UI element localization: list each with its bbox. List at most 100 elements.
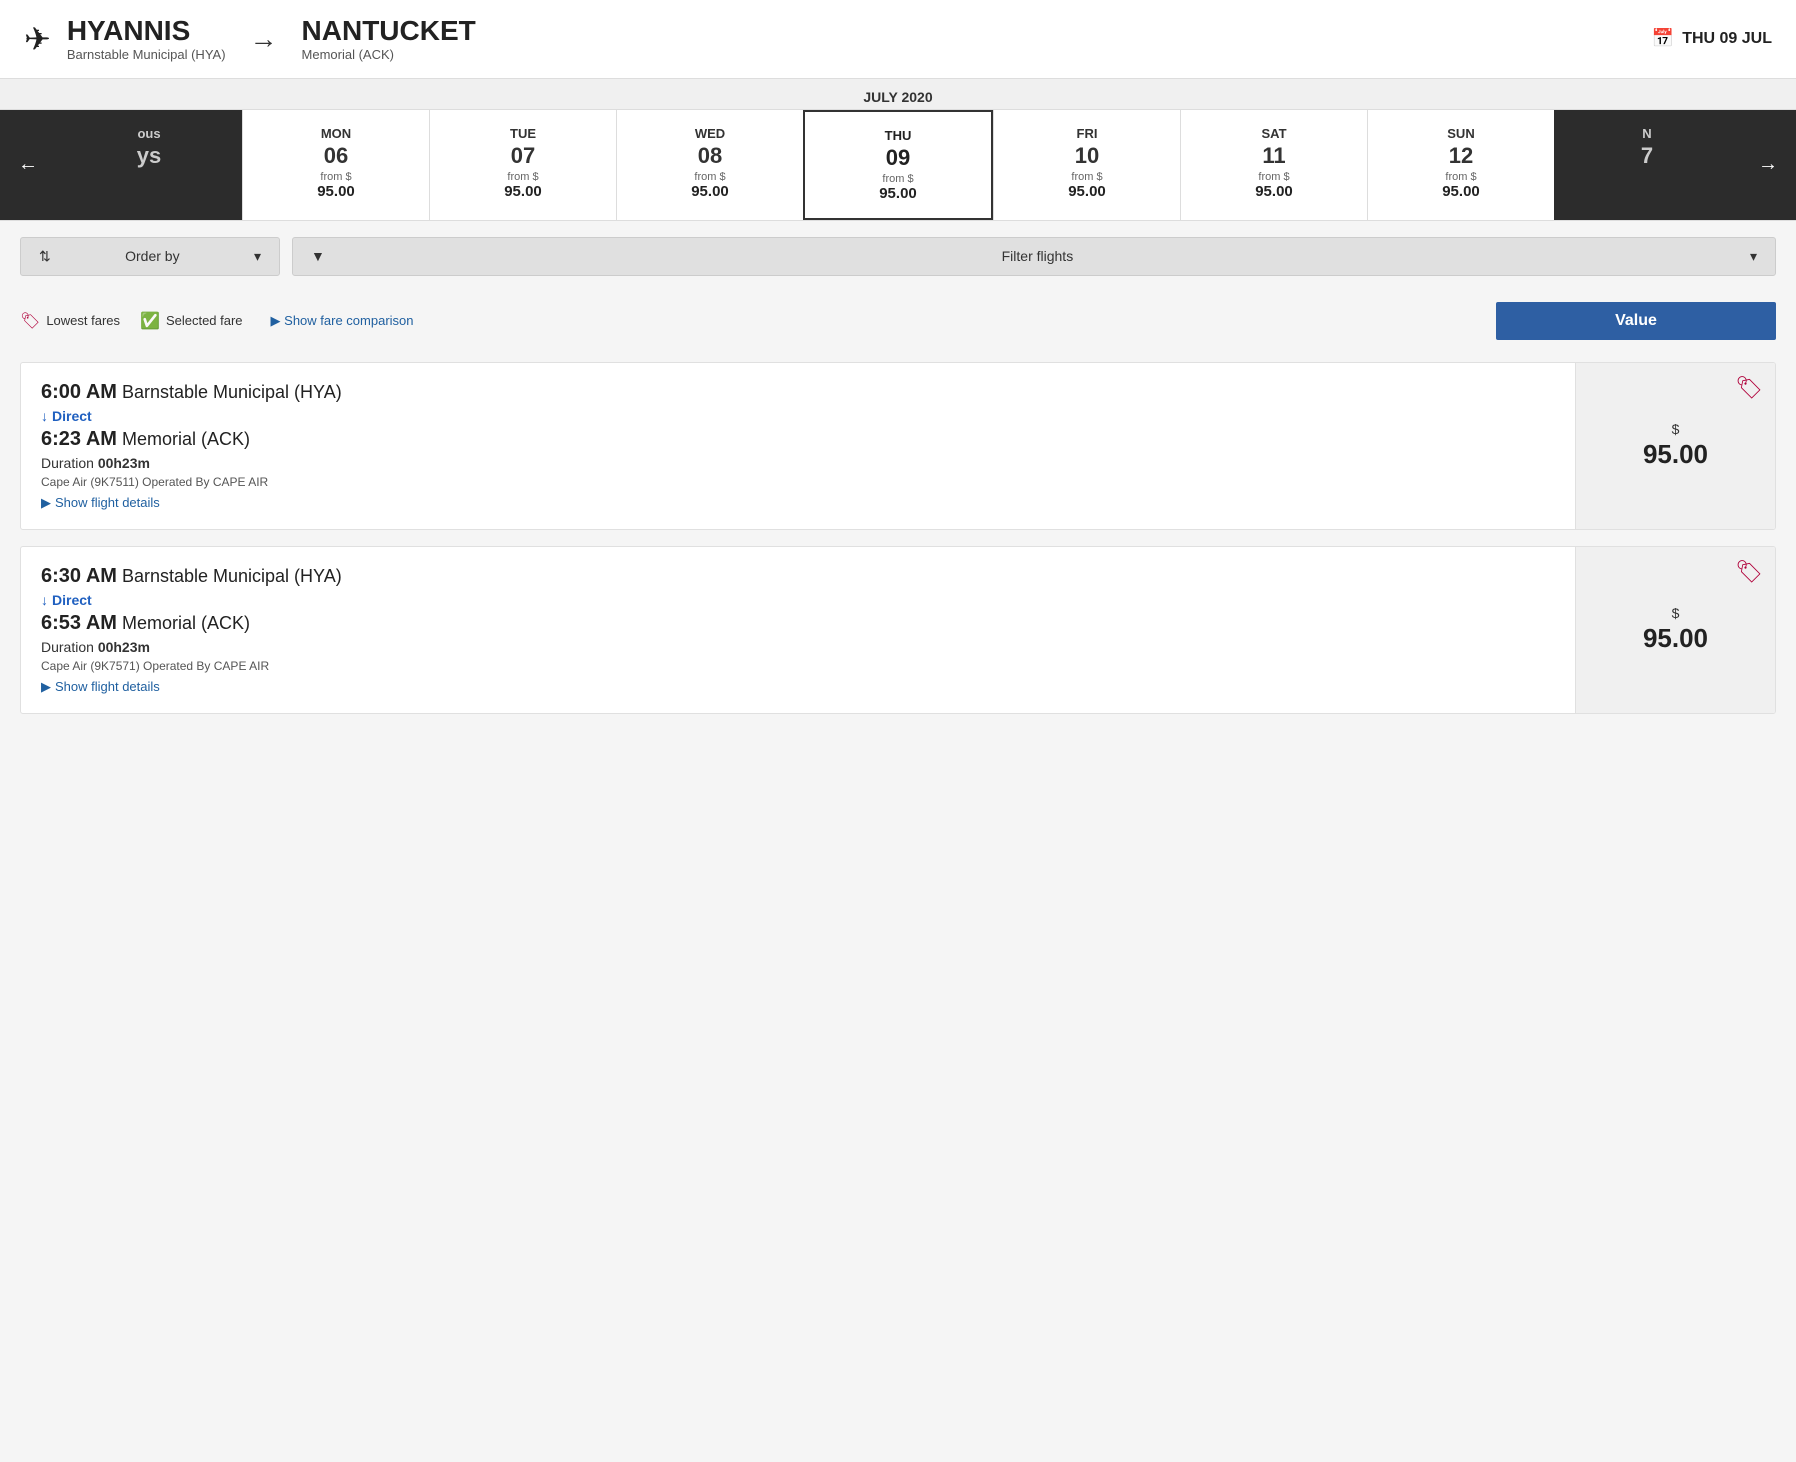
tue07-day: TUE — [438, 126, 608, 141]
selected-fare-check-icon: ✅ — [140, 311, 160, 331]
plane-icon: ✈ — [24, 20, 51, 58]
flights-list: 6:00 AM Barnstable Municipal (HYA) ↓ Dir… — [0, 350, 1796, 726]
flight-1-down-arrow-icon: ↓ — [41, 408, 48, 424]
page-header: ✈ HYANNIS Barnstable Municipal (HYA) → N… — [0, 0, 1796, 79]
flight-2-arrive-airport: Memorial (ACK) — [122, 613, 250, 633]
flight-2-price-dollar: $ — [1672, 605, 1680, 621]
flight-1-direct-label: Direct — [52, 408, 92, 424]
date-carousel-section: JULY 2020 ← ous ys MON 06 from $ 95.00 T… — [0, 79, 1796, 221]
sun12-price: 95.00 — [1376, 183, 1546, 200]
fri10-num: 10 — [1002, 143, 1172, 169]
thu09-num: 09 — [813, 145, 983, 171]
sun12-num: 12 — [1376, 143, 1546, 169]
date-cell-mon-06[interactable]: MON 06 from $ 95.00 — [242, 110, 429, 220]
flight-1-arrive: 6:23 AM Memorial (ACK) — [41, 428, 1555, 451]
flight-1-price-tag-icon: 🏷 — [1735, 375, 1763, 401]
filter-label: Filter flights — [1002, 248, 1074, 264]
wed08-from: from $ — [625, 171, 795, 183]
flight-2-direct: ↓ Direct — [41, 592, 1555, 608]
date-cell-sun-12[interactable]: SUN 12 from $ 95.00 — [1367, 110, 1554, 220]
order-icon: ⇅ — [39, 248, 51, 265]
wed08-price: 95.00 — [625, 183, 795, 200]
wed08-num: 08 — [625, 143, 795, 169]
flight-1-duration: Duration 00h23m — [41, 455, 1555, 471]
mon06-from: from $ — [251, 171, 421, 183]
flight-2-depart: 6:30 AM Barnstable Municipal (HYA) — [41, 565, 1555, 588]
flight-2-price-amount: 95.00 — [1643, 623, 1708, 654]
fri10-from: from $ — [1002, 171, 1172, 183]
flight-1-price-amount: 95.00 — [1643, 439, 1708, 470]
date-cell-thu-09[interactable]: THU 09 from $ 95.00 — [803, 110, 993, 220]
flight-2-duration-label: Duration — [41, 639, 94, 655]
flight-1-info: 6:00 AM Barnstable Municipal (HYA) ↓ Dir… — [21, 363, 1575, 529]
flight-1-show-details-link[interactable]: ▶ Show flight details — [41, 495, 1555, 511]
mon06-day: MON — [251, 126, 421, 141]
flight-1-price-column[interactable]: 🏷 $ 95.00 — [1575, 363, 1775, 529]
sun12-day: SUN — [1376, 126, 1546, 141]
legend-bar: 🏷 Lowest fares ✅ Selected fare ▶ Show fa… — [0, 292, 1796, 350]
sat11-from: from $ — [1189, 171, 1359, 183]
thu09-from: from $ — [813, 173, 983, 185]
sat11-day: SAT — [1189, 126, 1359, 141]
filter-flights-button[interactable]: ▼ Filter flights ▾ — [292, 237, 1776, 276]
lowest-fares-tag-icon: 🏷 — [20, 311, 40, 331]
date-cell-wed-08[interactable]: WED 08 from $ 95.00 — [616, 110, 803, 220]
date-cell-partial-prev[interactable]: ous ys — [56, 110, 242, 220]
show-fare-comparison-link[interactable]: ▶ Show fare comparison — [271, 313, 414, 329]
tue07-price: 95.00 — [438, 183, 608, 200]
fri10-price: 95.00 — [1002, 183, 1172, 200]
flight-2-price-column[interactable]: 🏷 $ 95.00 — [1575, 547, 1775, 713]
carousel-prev-button[interactable]: ← — [0, 110, 56, 220]
origin-info: HYANNIS Barnstable Municipal (HYA) — [67, 16, 226, 62]
flight-1-direct: ↓ Direct — [41, 408, 1555, 424]
flight-1-depart: 6:00 AM Barnstable Municipal (HYA) — [41, 381, 1555, 404]
flight-2-show-details-link[interactable]: ▶ Show flight details — [41, 679, 1555, 695]
flight-1-price-dollar: $ — [1672, 421, 1680, 437]
wed08-day: WED — [625, 126, 795, 141]
flight-2-operator: Cape Air (9K7571) Operated By CAPE AIR — [41, 659, 1555, 673]
tue07-from: from $ — [438, 171, 608, 183]
date-cell-fri-10[interactable]: FRI 10 from $ 95.00 — [993, 110, 1180, 220]
flight-2-arrive: 6:53 AM Memorial (ACK) — [41, 612, 1555, 635]
thu09-price: 95.00 — [813, 185, 983, 202]
partial-next-day: N — [1562, 126, 1732, 141]
flight-2-price-tag-icon: 🏷 — [1735, 559, 1763, 585]
flight-2-direct-label: Direct — [52, 592, 92, 608]
sat11-price: 95.00 — [1189, 183, 1359, 200]
selected-fare-label: Selected fare — [166, 313, 243, 328]
date-cell-partial-next[interactable]: N 7 — [1554, 110, 1740, 220]
flight-1-arrive-airport: Memorial (ACK) — [122, 429, 250, 449]
selected-fare-legend: ✅ Selected fare — [140, 311, 243, 331]
flight-1-details-label: Show flight details — [55, 495, 160, 510]
date-carousel: ← ous ys MON 06 from $ 95.00 TUE 07 from… — [0, 110, 1796, 220]
flight-1-depart-time: 6:00 AM — [41, 381, 117, 403]
partial-prev-num: ys — [64, 143, 234, 169]
origin-city: HYANNIS — [67, 16, 226, 47]
flight-1-depart-airport: Barnstable Municipal (HYA) — [122, 382, 342, 402]
origin-airport: Barnstable Municipal (HYA) — [67, 47, 226, 62]
date-cell-sat-11[interactable]: SAT 11 from $ 95.00 — [1180, 110, 1367, 220]
flight-2-info: 6:30 AM Barnstable Municipal (HYA) ↓ Dir… — [21, 547, 1575, 713]
flight-2-arrive-time: 6:53 AM — [41, 612, 117, 634]
flight-1-duration-label: Duration — [41, 455, 94, 471]
selected-date-display: 📅 THU 09 JUL — [1652, 28, 1772, 49]
order-by-button[interactable]: ⇅ Order by ▾ — [20, 237, 280, 276]
mon06-num: 06 — [251, 143, 421, 169]
flight-1-operator: Cape Air (9K7511) Operated By CAPE AIR — [41, 475, 1555, 489]
mon06-price: 95.00 — [251, 183, 421, 200]
flight-card-2: 6:30 AM Barnstable Municipal (HYA) ↓ Dir… — [20, 546, 1776, 714]
fri10-day: FRI — [1002, 126, 1172, 141]
date-cell-tue-07[interactable]: TUE 07 from $ 95.00 — [429, 110, 616, 220]
filter-icon: ▼ — [311, 248, 325, 264]
lowest-fares-label: Lowest fares — [46, 313, 120, 328]
flight-2-details-chevron-icon: ▶ — [41, 679, 51, 695]
month-label: JULY 2020 — [0, 79, 1796, 110]
value-column-header: Value — [1496, 302, 1776, 340]
carousel-next-button[interactable]: → — [1740, 110, 1796, 220]
flight-1-arrive-time: 6:23 AM — [41, 428, 117, 450]
flight-1-duration-value: 00h23m — [98, 455, 150, 471]
thu09-day: THU — [813, 128, 983, 143]
order-chevron-icon: ▾ — [254, 248, 261, 265]
flight-card-1: 6:00 AM Barnstable Municipal (HYA) ↓ Dir… — [20, 362, 1776, 530]
sat11-num: 11 — [1189, 143, 1359, 169]
